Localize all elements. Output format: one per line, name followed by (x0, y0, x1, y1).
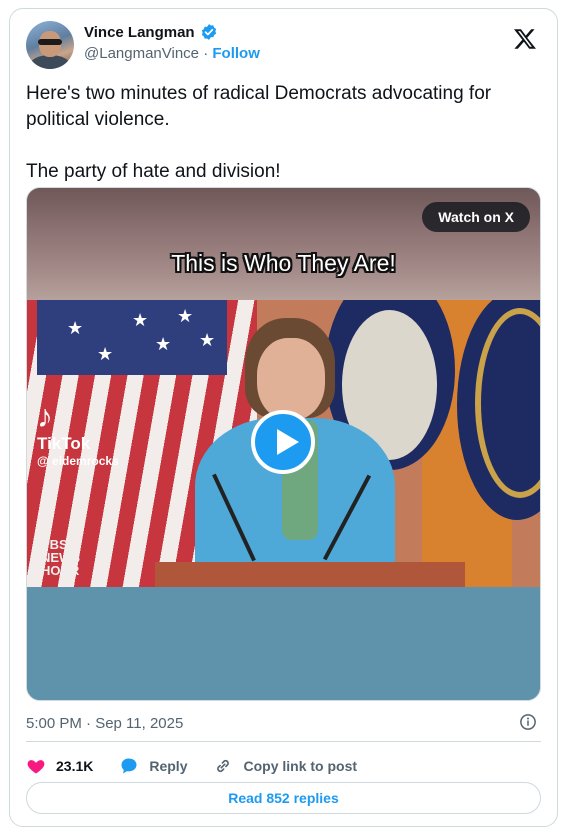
author-name[interactable]: Vince Langman (84, 24, 195, 41)
video-player[interactable]: This is Who They Are! Watch on X ★ ★ ★ ★… (26, 187, 541, 701)
copy-link-label: Copy link to post (243, 758, 358, 774)
author-name-line: Vince Langman (84, 23, 218, 41)
watch-on-x-button[interactable]: Watch on X (422, 202, 530, 232)
heart-icon (27, 760, 45, 774)
reply-bubble-icon (121, 758, 137, 774)
x-logo-icon[interactable] (513, 27, 537, 51)
read-replies-button[interactable]: Read 852 replies (26, 782, 541, 814)
reply-button[interactable]: Reply (119, 756, 187, 776)
tweet-text-line1: Here's two minutes of radical Democrats … (26, 83, 492, 130)
tweet-text-line2: The party of hate and division! (26, 161, 281, 182)
tiktok-handle: @ eidemrocks (37, 454, 119, 468)
like-count: 23.1K (56, 758, 94, 774)
play-icon[interactable] (251, 410, 315, 474)
tweet-card: Vince Langman @LangmanVince · Follow Her… (9, 8, 558, 827)
author-handle[interactable]: @LangmanVince (84, 45, 199, 62)
tweet-header: Vince Langman @LangmanVince · Follow (26, 21, 541, 73)
verified-badge-icon (201, 24, 216, 40)
pbs-watermark: PBS NEWS HOUR (41, 538, 80, 577)
info-icon[interactable] (519, 713, 537, 731)
pbs-line3: HOUR (41, 563, 80, 578)
link-icon (217, 759, 230, 773)
tweet-actions: 23.1K Reply Copy link to post (26, 754, 383, 778)
tiktok-logo-icon: ♪ (37, 398, 53, 434)
copy-link-button[interactable]: Copy link to post (213, 756, 357, 776)
follow-link[interactable]: Follow (212, 45, 260, 62)
tiktok-watermark: ♪ TikTok @ eidemrocks (37, 400, 119, 468)
tiktok-word: TikTok (37, 434, 91, 453)
reply-label: Reply (149, 758, 188, 774)
handle-separator: · (203, 45, 209, 62)
tweet-timestamp[interactable]: 5:00 PM · Sep 11, 2025 (26, 715, 183, 732)
video-caption: This is Who They Are! (171, 250, 396, 276)
divider (26, 741, 541, 742)
tweet-text: Here's two minutes of radical Democrats … (26, 81, 541, 185)
author-handle-line: @LangmanVince · Follow (84, 45, 260, 62)
like-button[interactable]: 23.1K (26, 756, 93, 776)
avatar[interactable] (26, 21, 74, 69)
